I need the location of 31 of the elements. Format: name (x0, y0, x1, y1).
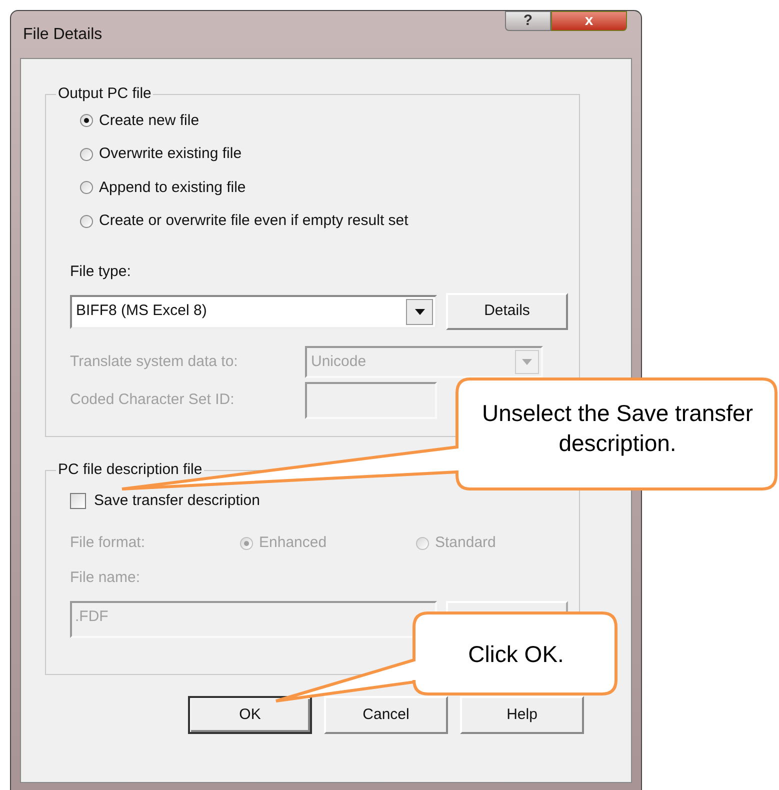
help-button[interactable]: ? (505, 11, 551, 31)
field-label: Translate system data to: (70, 352, 239, 372)
radio-button[interactable] (80, 114, 93, 128)
radio-label: Append to existing file (99, 178, 246, 198)
radio-button[interactable] (80, 181, 93, 194)
window-title: File Details (23, 25, 102, 45)
details-button[interactable]: Details (446, 293, 568, 330)
group-legend: Output PC file (56, 83, 154, 106)
radio-button[interactable] (80, 148, 93, 161)
ccsid-field[interactable] (305, 382, 437, 419)
radio-label: Create or overwrite file even if empty result set (99, 211, 408, 231)
field-label: File type: (70, 262, 132, 282)
radio-label: Create new file (99, 110, 200, 130)
callout-text: Unselect the Save transfer description. (480, 399, 754, 458)
checkbox-label: Save transfer description (94, 490, 260, 510)
file-type-dropdown[interactable]: BIFF8 (MS Excel 8) (70, 294, 437, 328)
dialog-button[interactable]: Help (460, 696, 584, 734)
radio-label: Enhanced (259, 533, 327, 553)
checkbox[interactable] (70, 492, 86, 509)
close-button[interactable]: x (551, 11, 627, 31)
callout-text: Click OK. (467, 640, 565, 669)
dialog-button[interactable]: Cancel (324, 696, 448, 734)
field-label: Coded Character Set ID: (70, 390, 236, 410)
field-label: File format: (70, 533, 146, 553)
radio-label: Overwrite existing file (99, 144, 242, 164)
browse-button[interactable] (446, 601, 568, 612)
group-legend: PC file description file (56, 459, 204, 482)
dialog-button[interactable]: OK (188, 696, 312, 734)
radio-button[interactable] (80, 214, 93, 228)
field-label: File name: (70, 568, 142, 588)
radio-label: Standard (435, 533, 496, 553)
